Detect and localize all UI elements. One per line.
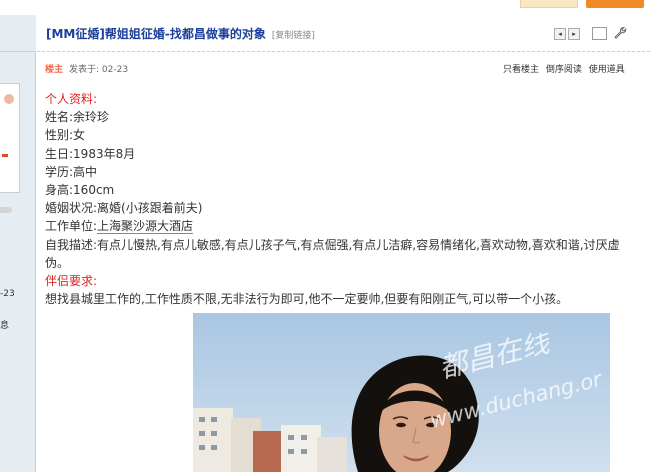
next-post-button[interactable]: ▸ xyxy=(568,28,580,40)
author-badge: 楼主 xyxy=(45,65,64,75)
post-title: [MM征婚]帮姐姐征婚-找都昌做事的对象 [复制链接] xyxy=(46,25,315,42)
post-header: [MM征婚]帮姐姐征婚-找都昌做事的对象 [复制链接] ◂ ▸ xyxy=(37,15,650,52)
sidebar-header-band xyxy=(0,15,36,52)
post-date: 发表于: 02-23 xyxy=(69,65,129,75)
post-actions[interactable]: 只看楼主 倒序阅读 使用道具 xyxy=(503,62,625,75)
profile-heading: 个人资料: xyxy=(45,92,98,106)
work-prefix: 工作单位: xyxy=(45,219,98,234)
profile-education: 学历:高中 xyxy=(45,164,98,179)
sidebar-progress-pill xyxy=(0,207,12,213)
avatar-detail xyxy=(4,94,14,104)
post-meta: 楼主 发表于: 02-23 xyxy=(45,62,128,75)
author-sidebar: -23 息 xyxy=(0,15,36,472)
work-place-link[interactable]: 上海聚沙源大酒店 xyxy=(97,219,194,235)
profile-work: 工作单位:上海聚沙源大酒店 xyxy=(45,217,635,235)
wrench-icon[interactable] xyxy=(613,26,627,40)
top-orange-button[interactable] xyxy=(586,0,644,8)
tool-checkbox[interactable] xyxy=(592,27,607,40)
copy-link[interactable]: [复制链接] xyxy=(272,31,315,41)
post-photo[interactable] xyxy=(193,313,610,472)
prev-post-button[interactable]: ◂ xyxy=(554,28,566,40)
profile-birthday: 生日:1983年8月 xyxy=(45,146,136,161)
profile-gender: 性别:女 xyxy=(45,128,86,143)
portrait-image xyxy=(193,313,610,472)
profile-name: 姓名:余玲珍 xyxy=(45,110,110,125)
top-light-button[interactable] xyxy=(520,0,578,8)
partner-heading: 伴侣要求: xyxy=(45,274,98,289)
post-title-text[interactable]: [MM征婚]帮姐姐征婚-找都昌做事的对象 xyxy=(46,27,266,41)
avatar[interactable] xyxy=(0,83,20,193)
profile-height: 身高:160cm xyxy=(45,183,115,198)
sidebar-info-fragment[interactable]: 息 xyxy=(0,318,9,331)
post-body: 个人资料: 姓名:余玲珍 性别:女 生日:1983年8月 学历:高中 身高:16… xyxy=(45,90,635,308)
profile-marital: 婚姻状况:离婚(小孩跟着前夫) xyxy=(45,201,203,216)
avatar-detail-red xyxy=(2,154,8,157)
profile-self-description: 自我描述:有点儿慢热,有点儿敏感,有点儿孩子气,有点倔强,有点儿洁癖,容易情绪化… xyxy=(45,237,620,270)
top-toolbar xyxy=(0,0,650,15)
post-nav-arrows: ◂ ▸ xyxy=(554,28,582,47)
sidebar-date-fragment: -23 xyxy=(0,289,15,299)
partner-requirements: 想找县城里工作的,工作性质不限,无非法行为即可,他不一定要帅,但要有阳刚正气,可… xyxy=(45,292,569,307)
